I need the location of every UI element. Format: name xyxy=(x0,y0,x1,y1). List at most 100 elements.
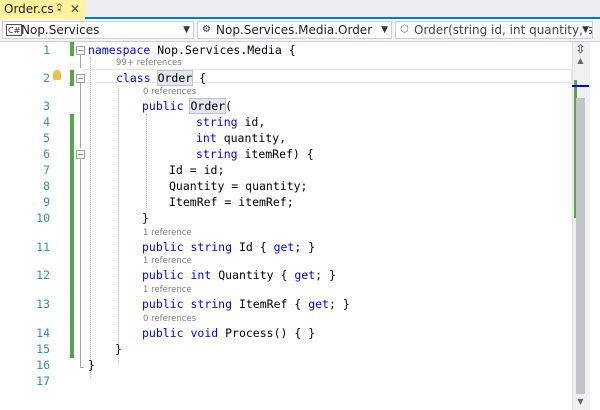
keyword: get xyxy=(273,240,295,254)
lightbulb-icon[interactable] xyxy=(53,70,61,80)
keyword: public xyxy=(142,240,184,254)
keyword: namespace xyxy=(88,43,151,57)
line-number: 2 xyxy=(43,71,50,85)
codelens-references[interactable]: 1 reference xyxy=(143,256,192,266)
project-label: Nop.Services xyxy=(21,23,100,37)
line-number: 4 xyxy=(43,115,50,129)
codelens-references[interactable]: 99+ references xyxy=(116,58,182,68)
class-icon: ⚙ xyxy=(202,24,211,35)
collapse-icon[interactable]: − xyxy=(76,74,85,83)
tab-order-cs[interactable]: Order.cs ⮸ ✕ xyxy=(0,0,85,19)
code-line-8: Quantity = quantity; xyxy=(169,179,308,193)
codelens-references[interactable]: 1 reference xyxy=(143,285,192,295)
type-label: Nop.Services.Media.Order xyxy=(216,23,373,37)
code-line-11: public string Id { get; } xyxy=(142,240,315,254)
code-text: Id { xyxy=(232,240,274,254)
code-line-15: } xyxy=(115,342,122,356)
scroll-down-icon[interactable]: ▼ xyxy=(572,397,589,406)
fold-line xyxy=(80,83,81,148)
code-text: Quantity { xyxy=(211,268,295,282)
keyword: public xyxy=(142,297,184,311)
split-icon[interactable]: ⇳ xyxy=(572,42,589,56)
codelens-references[interactable]: 0 references xyxy=(143,87,196,97)
keyword: public xyxy=(142,268,184,282)
scroll-up-icon[interactable]: ▲ xyxy=(572,56,589,65)
type-dropdown[interactable]: ⚙ Nop.Services.Media.Order ▼ xyxy=(197,21,392,39)
keyword: get xyxy=(308,297,329,311)
code-line-13: public string ItemRef { get; } xyxy=(142,297,350,311)
code-line-3: public Order( xyxy=(142,98,233,114)
tab-title: Order.cs xyxy=(4,2,54,16)
code-line-9: ItemRef = itemRef; xyxy=(169,195,294,209)
collapse-icon[interactable]: − xyxy=(76,150,85,159)
keyword: string xyxy=(196,115,238,129)
close-icon[interactable]: ✕ xyxy=(70,0,80,18)
codelens-references[interactable]: 1 reference xyxy=(143,228,192,238)
line-number: 8 xyxy=(43,179,50,193)
line-number: 6 xyxy=(43,147,50,161)
fold-line xyxy=(80,55,81,68)
codelens-references[interactable]: 0 references xyxy=(143,314,196,324)
line-number: 13 xyxy=(36,297,50,311)
code-text: id, xyxy=(237,115,266,129)
keyword: int xyxy=(190,268,212,282)
indent-guide xyxy=(90,57,91,379)
code-line-6: string itemRef) { xyxy=(196,147,314,161)
chevron-down-icon: ▼ xyxy=(381,22,388,38)
code-line-10: } xyxy=(142,211,149,225)
line-number: 3 xyxy=(43,99,50,113)
keyword: void xyxy=(190,326,219,340)
keyword: get xyxy=(294,268,316,282)
code-line-4: string id, xyxy=(196,115,265,129)
line-number: 5 xyxy=(43,131,50,145)
symbol-highlight: Order xyxy=(189,98,227,114)
keyword: string xyxy=(190,297,233,311)
code-editor[interactable]: 1 2 3 4 5 6 7 8 9 10 11 12 13 14 15 16 1… xyxy=(0,42,600,410)
keyword: string xyxy=(196,147,238,161)
collapse-icon[interactable]: − xyxy=(76,46,85,55)
line-number: 11 xyxy=(36,240,50,254)
member-label: Order(string id, int quantity, st xyxy=(414,23,593,37)
csharp-project-icon: C# xyxy=(6,24,23,36)
line-number: 1 xyxy=(43,43,50,57)
document-tab-strip: Order.cs ⮸ ✕ xyxy=(0,0,600,19)
symbol-highlight: Order xyxy=(156,70,194,86)
keyword: public xyxy=(142,326,184,340)
code-text: itemRef) { xyxy=(237,147,314,161)
line-number: 9 xyxy=(43,195,50,209)
fold-line xyxy=(80,367,84,368)
code-text: ( xyxy=(225,99,233,113)
pin-icon[interactable]: ⮸ xyxy=(56,0,62,18)
line-number: 15 xyxy=(36,342,50,356)
fold-line xyxy=(80,159,81,367)
code-line-16: } xyxy=(88,358,95,372)
keyword: public xyxy=(142,99,184,113)
code-line-2: class Order { xyxy=(116,70,206,86)
code-text: ; } xyxy=(315,268,336,282)
code-line-14: public void Process() { } xyxy=(142,326,315,340)
code-line-7: Id = id; xyxy=(169,163,225,177)
method-icon: ⬡ xyxy=(400,24,409,35)
line-number: 14 xyxy=(36,326,50,340)
code-text: quantity, xyxy=(216,131,287,145)
code-text: ; } xyxy=(328,297,350,311)
code-text: ItemRef { xyxy=(232,297,309,311)
keyword: int xyxy=(196,131,217,145)
navigation-bar: C# Nop.Services ▼ ⚙ Nop.Services.Media.O… xyxy=(0,19,600,42)
scrollbar-thumb[interactable] xyxy=(576,98,585,394)
project-dropdown[interactable]: C# Nop.Services ▼ xyxy=(2,21,194,39)
line-number: 16 xyxy=(36,358,50,372)
change-indicator xyxy=(70,70,74,86)
change-indicator xyxy=(70,42,74,56)
keyword: string xyxy=(190,240,233,254)
code-line-1: namespace Nop.Services.Media { xyxy=(88,43,296,57)
line-number: 12 xyxy=(36,268,50,282)
code-line-5: int quantity, xyxy=(196,131,286,145)
indent-guide xyxy=(146,114,147,210)
line-number: 17 xyxy=(36,374,50,388)
code-text: Process() { } xyxy=(218,326,316,340)
member-dropdown[interactable]: ⬡ Order(string id, int quantity, st ▼ xyxy=(395,21,593,39)
keyword: class xyxy=(116,71,151,85)
code-text: ; } xyxy=(294,240,316,254)
scrollbar-caret-marker xyxy=(572,85,589,87)
